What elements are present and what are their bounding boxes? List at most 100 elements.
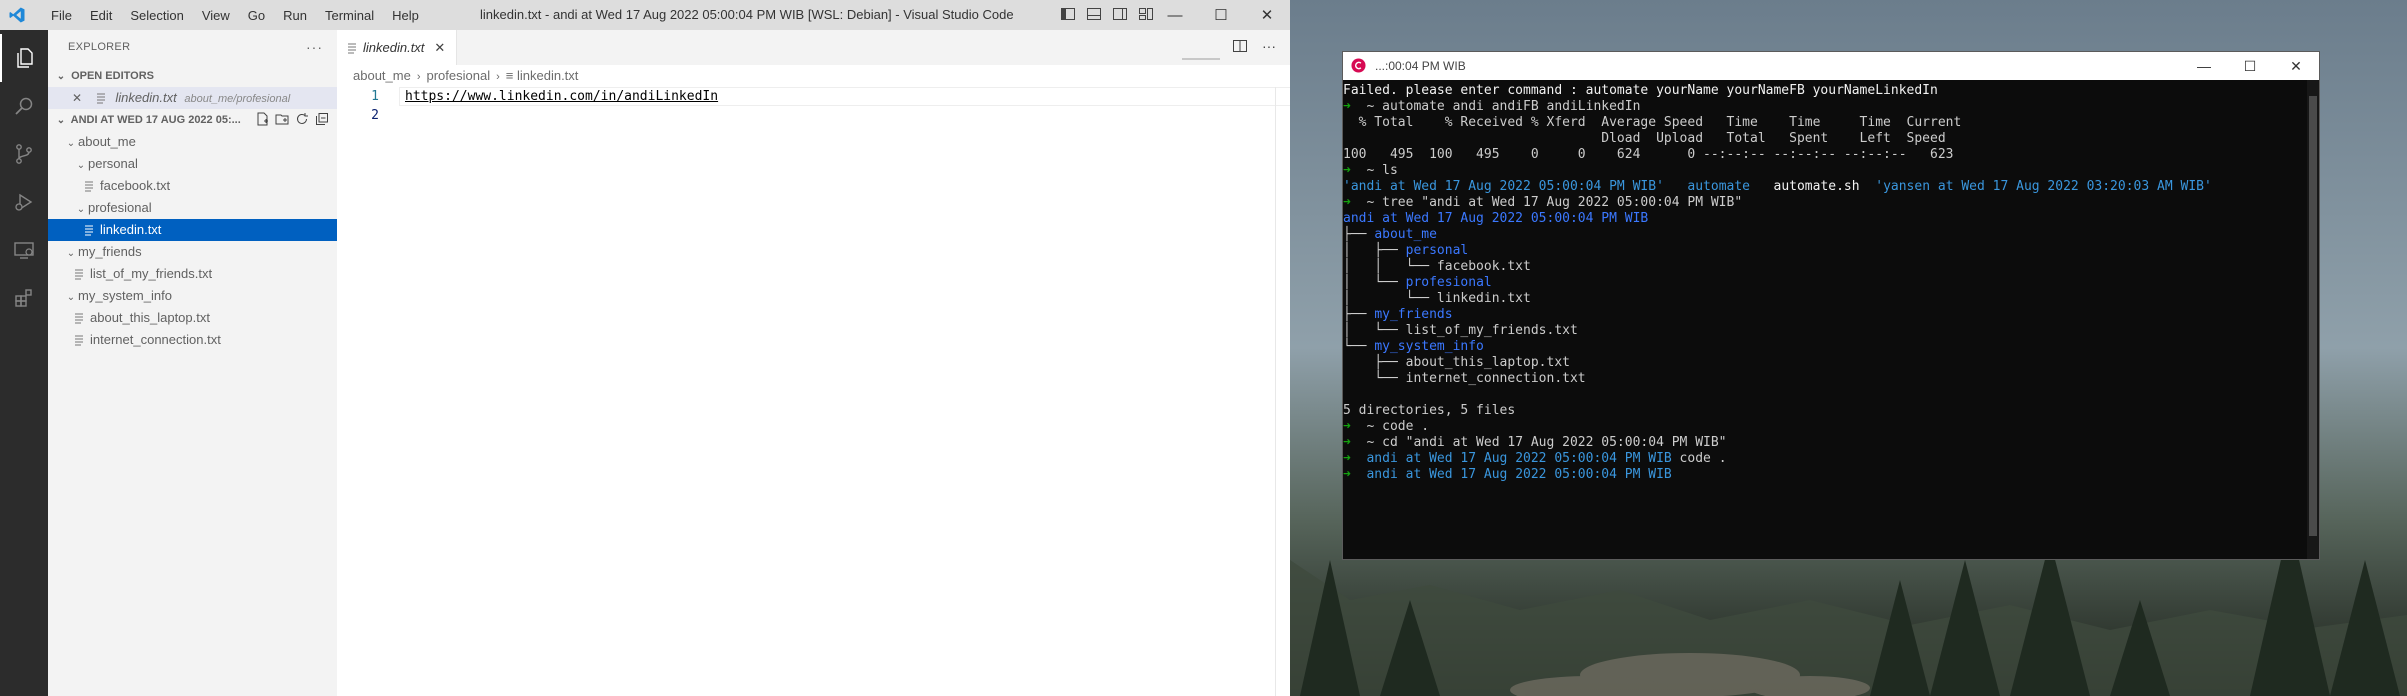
breadcrumb-item[interactable]: profesional: [427, 68, 491, 83]
open-editor-name: linkedin.txt: [115, 90, 177, 105]
tree-item-label: my_system_info: [78, 288, 172, 303]
remote-explorer-icon[interactable]: [0, 226, 48, 274]
tree-file[interactable]: linkedin.txt: [48, 219, 337, 241]
toggle-secondary-sidebar-icon[interactable]: [1112, 6, 1128, 22]
tree-folder[interactable]: ⌄ my_friends: [48, 241, 337, 263]
maximize-button[interactable]: ☐: [1198, 0, 1244, 30]
prompt-arrow-icon: ➜: [1343, 467, 1351, 482]
code-line: https://www.linkedin.com/in/andiLinkedIn: [405, 89, 719, 104]
text-file-icon: ≡: [505, 68, 517, 83]
terminal-close-button[interactable]: ✕: [2273, 52, 2319, 80]
terminal-title-bar[interactable]: ...:00:04 PM WIB — ☐ ✕: [1343, 52, 2319, 80]
editor-scrollbar[interactable]: [1275, 87, 1290, 696]
terminal-line: │ ├── personal: [1343, 243, 2309, 259]
terminal-scrollbar[interactable]: [2307, 80, 2319, 559]
tree-item-label: facebook.txt: [100, 178, 171, 193]
text-file-icon: [96, 93, 105, 104]
new-file-icon[interactable]: [255, 112, 269, 126]
source-control-icon[interactable]: [0, 130, 48, 178]
menu-selection[interactable]: Selection: [121, 8, 192, 23]
window-controls: — ☐ ✕: [1152, 0, 1290, 30]
refresh-icon[interactable]: [295, 112, 309, 126]
tab-linkedin[interactable]: linkedin.txt ✕: [337, 30, 457, 65]
tree-item-label: linkedin.txt: [100, 222, 162, 237]
tree-file[interactable]: about_this_laptop.txt: [48, 307, 337, 329]
close-icon[interactable]: ✕: [72, 91, 82, 105]
split-editor-icon[interactable]: [1232, 38, 1248, 57]
tree-folder[interactable]: ⌄ about_me: [48, 131, 337, 153]
text-file-icon: [85, 181, 93, 192]
collapse-all-icon[interactable]: [315, 112, 329, 126]
text-file-icon: [75, 335, 83, 346]
terminal-line: ➜ ~ automate andi andiFB andiLinkedIn: [1343, 99, 2309, 115]
tree-file[interactable]: internet_connection.txt: [48, 329, 337, 351]
close-button[interactable]: ✕: [1244, 0, 1290, 30]
explorer-icon[interactable]: [0, 34, 48, 82]
terminal-text: └── internet_connection.txt: [1343, 371, 1586, 386]
minimize-button[interactable]: —: [1152, 0, 1198, 30]
vscode-logo-icon: [9, 7, 25, 23]
tab-close-icon[interactable]: ✕: [434, 40, 445, 56]
terminal-line: 5 directories, 5 files: [1343, 403, 2309, 419]
menu-view[interactable]: View: [193, 8, 239, 23]
chevron-down-icon: ⌄: [66, 138, 76, 149]
folder-actions: [255, 112, 329, 126]
extensions-icon[interactable]: [0, 274, 48, 322]
terminal-text: ~ code .: [1350, 419, 1430, 434]
terminal-text: ├──: [1343, 307, 1375, 322]
open-editor-item[interactable]: ✕ linkedin.txt about_me/profesional: [48, 87, 337, 109]
tree-file[interactable]: facebook.txt: [48, 175, 337, 197]
text-file-icon: [348, 43, 356, 53]
menu-terminal[interactable]: Terminal: [316, 8, 383, 23]
terminal-output[interactable]: Failed. please enter command : automate …: [1343, 80, 2309, 559]
run-debug-icon[interactable]: [0, 178, 48, 226]
terminal-maximize-button[interactable]: ☐: [2227, 52, 2273, 80]
terminal-text: │ └──: [1343, 275, 1406, 290]
menu-file[interactable]: File: [42, 8, 81, 23]
terminal-text: Dload Upload Total Spent Left Speed: [1343, 131, 1946, 146]
tree-file[interactable]: list_of_my_friends.txt: [48, 263, 337, 285]
open-editor-path: about_me/profesional: [184, 93, 291, 105]
new-folder-icon[interactable]: [275, 112, 289, 126]
terminal-scrollbar-thumb[interactable]: [2309, 96, 2317, 536]
tab-label: linkedin.txt: [363, 40, 425, 55]
tree-folder[interactable]: ⌄ my_system_info: [48, 285, 337, 307]
toggle-panel-icon[interactable]: [1086, 6, 1102, 22]
terminal-text: my_friends: [1374, 307, 1453, 322]
terminal-line: ➜ ~ cd "andi at Wed 17 Aug 2022 05:00:04…: [1343, 435, 2309, 451]
text-file-icon: [85, 225, 93, 236]
open-editors-label: OPEN EDITORS: [71, 70, 154, 82]
debian-logo-icon: [1351, 58, 1366, 73]
menu-run[interactable]: Run: [274, 8, 316, 23]
chevron-right-icon: ›: [496, 71, 500, 83]
tree-folder[interactable]: ⌄ personal: [48, 153, 337, 175]
toggle-sidebar-icon[interactable]: [1060, 6, 1076, 22]
terminal-text: automate: [1687, 179, 1751, 194]
search-icon[interactable]: [0, 82, 48, 130]
menu-edit[interactable]: Edit: [81, 8, 121, 23]
more-actions-icon[interactable]: ···: [1262, 38, 1276, 57]
prompt-arrow-icon: ➜: [1343, 451, 1351, 466]
open-editors-section[interactable]: ⌄ OPEN EDITORS: [48, 65, 337, 87]
explorer-sidebar: EXPLORER ··· ⌄ OPEN EDITORS ✕ linkedin.t…: [48, 30, 337, 696]
minimap[interactable]: [1182, 58, 1220, 60]
terminal-text: │ └── list_of_my_friends.txt: [1343, 323, 1578, 338]
terminal-text: ~ ls: [1350, 163, 1398, 178]
breadcrumb-item[interactable]: about_me: [353, 68, 411, 83]
file-tree: ⌄ about_me ⌄ personal facebook.txt ⌄ profesion…: [48, 131, 337, 351]
terminal-minimize-button[interactable]: —: [2181, 52, 2227, 80]
terminal-text: code .: [1671, 451, 1727, 466]
terminal-line: │ │ └── facebook.txt: [1343, 259, 2309, 275]
vscode-window: File Edit Selection View Go Run Terminal Help l…: [0, 0, 1290, 696]
terminal-line: ➜ ~ tree "andi at Wed 17 Aug 2022 05:00:…: [1343, 195, 2309, 211]
breadcrumb-item[interactable]: linkedin.txt: [517, 68, 578, 83]
tree-folder[interactable]: ⌄ profesional: [48, 197, 337, 219]
menu-go[interactable]: Go: [239, 8, 274, 23]
terminal-text: ~ cd "andi at Wed 17 Aug 2022 05:00:04 P…: [1350, 435, 1727, 450]
terminal-text: │ ├──: [1343, 243, 1406, 258]
terminal-window[interactable]: ...:00:04 PM WIB — ☐ ✕ Failed. please en…: [1342, 51, 2320, 560]
workspace-folder-section[interactable]: ⌄ ANDI AT WED 17 AUG 2022 05:...: [48, 109, 337, 131]
menu-help[interactable]: Help: [383, 8, 428, 23]
more-actions-icon[interactable]: ···: [306, 30, 323, 65]
